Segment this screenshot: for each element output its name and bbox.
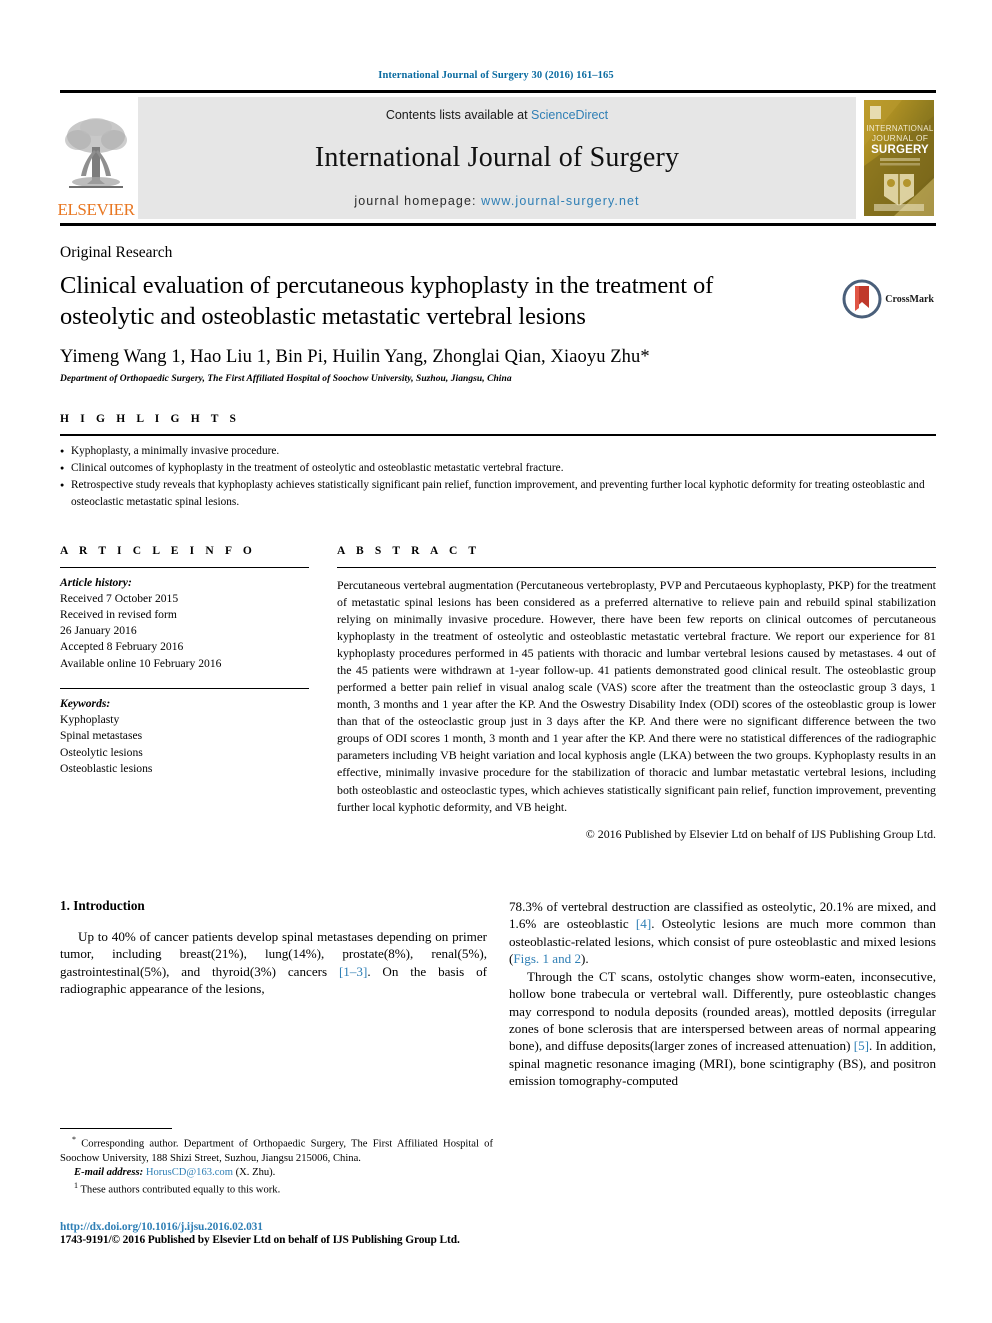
figure-reference-link[interactable]: Figs. 1 and 2: [513, 951, 581, 966]
paragraph: 78.3% of vertebral destruction are class…: [509, 898, 936, 968]
keyword-item: Kyphoplasty: [60, 713, 120, 727]
list-item: Clinical outcomes of kyphoplasty in the …: [60, 460, 936, 477]
paragraph: Through the CT scans, ostolytic changes …: [509, 968, 936, 1090]
citation-link[interactable]: [1–3]: [339, 964, 367, 979]
elsevier-wordmark: ELSEVIER: [57, 200, 135, 219]
highlights-heading: H I G H L I G H T S: [60, 412, 241, 425]
citation-link[interactable]: [4]: [636, 916, 651, 931]
keywords-label: Keywords:: [60, 696, 111, 710]
article-history-block: Article history: Received 7 October 2015…: [60, 575, 309, 672]
history-line: Received in revised form: [60, 608, 177, 622]
article-history-label: Article history:: [60, 575, 132, 589]
issn-copyright-line: 1743-9191/© 2016 Published by Elsevier L…: [60, 1234, 460, 1246]
highlights-section: H I G H L I G H T S Kyphoplasty, a minim…: [60, 413, 936, 511]
email-suffix: (X. Zhu).: [232, 1167, 276, 1179]
footnote-text: 1 These authors contributed equally to t…: [60, 1181, 493, 1198]
title-row: Clinical evaluation of percutaneous kyph…: [60, 271, 936, 333]
article-info-heading: A R T I C L E I N F O: [60, 544, 256, 557]
history-line: 26 January 2016: [60, 624, 137, 638]
info-and-abstract: A R T I C L E I N F O Article history: R…: [60, 545, 936, 842]
journal-cover-thumbnail: INTERNATIONAL JOURNAL OF SURGERY: [862, 97, 936, 219]
article-page: International Journal of Surgery 30 (201…: [0, 0, 992, 1323]
keyword-item: Osteolytic lesions: [60, 745, 143, 759]
body-column-left: 1. Introduction Up to 40% of cancer pati…: [60, 898, 487, 1090]
footnote-email: E-mail address: HorusCD@163.com (X. Zhu)…: [60, 1166, 493, 1180]
masthead-center-panel: Contents lists available at ScienceDirec…: [138, 97, 856, 219]
history-line: Accepted 8 February 2016: [60, 640, 184, 654]
body-column-right: 78.3% of vertebral destruction are class…: [509, 898, 936, 1090]
abstract-copyright: © 2016 Published by Elsevier Ltd on beha…: [585, 826, 936, 841]
footnote-body: These authors contributed equally to thi…: [78, 1184, 281, 1196]
article-info-column: A R T I C L E I N F O Article history: R…: [60, 545, 309, 842]
footnote-body: Corresponding author. Department of Orth…: [60, 1138, 493, 1164]
elsevier-tree-icon: [65, 118, 127, 188]
homepage-prefix: journal homepage:: [354, 194, 482, 208]
article-type: Original Research: [60, 244, 173, 261]
footer-doi-block: http://dx.doi.org/10.1016/j.ijsu.2016.02…: [60, 1221, 500, 1246]
crossmark-badge[interactable]: CrossMark: [842, 279, 934, 319]
journal-cover-image: INTERNATIONAL JOURNAL OF SURGERY: [864, 100, 934, 216]
list-item: Retrospective study reveals that kyphopl…: [60, 477, 936, 510]
paragraph: Up to 40% of cancer patients develop spi…: [60, 928, 487, 998]
abstract-divider: [337, 566, 936, 568]
author-list: Yimeng Wang 1, Hao Liu 1, Bin Pi, Huilin…: [60, 346, 650, 367]
highlights-divider: [60, 433, 936, 436]
abstract-text: Percutaneous vertebral augmentation (Per…: [337, 577, 936, 814]
svg-text:JOURNAL OF: JOURNAL OF: [872, 133, 929, 143]
svg-text:SURGERY: SURGERY: [871, 144, 929, 156]
doi-link[interactable]: http://dx.doi.org/10.1016/j.ijsu.2016.02…: [60, 1221, 500, 1233]
page-title: Clinical evaluation of percutaneous kyph…: [60, 272, 714, 330]
footnote-divider: [60, 1128, 172, 1129]
history-line: Available online 10 February 2016: [60, 656, 222, 670]
keywords-divider: [60, 687, 309, 689]
footnote-corresponding-author: * Corresponding author. Department of Or…: [60, 1135, 493, 1166]
footnote-email-line: E-mail address: HorusCD@163.com (X. Zhu)…: [60, 1166, 493, 1180]
keyword-item: Spinal metastases: [60, 729, 143, 743]
abstract-heading: A B S T R A C T: [337, 544, 481, 557]
crossmark-icon: [842, 279, 882, 319]
paragraph-text: ).: [581, 951, 589, 967]
citation-link[interactable]: [5]: [854, 1038, 869, 1053]
contents-prefix: Contents lists available at: [385, 108, 532, 122]
keywords-block: Keywords: Kyphoplasty Spinal metastases …: [60, 696, 309, 777]
journal-masthead: ELSEVIER Contents lists available at Sci…: [57, 90, 936, 226]
elsevier-logo: ELSEVIER: [57, 97, 135, 219]
footnotes-block: * Corresponding author. Department of Or…: [60, 1128, 493, 1198]
footnote-text: * Corresponding author. Department of Or…: [60, 1135, 493, 1166]
email-link[interactable]: HorusCD@163.com: [146, 1167, 233, 1178]
journal-homepage-link[interactable]: www.journal-surgery.net: [481, 194, 639, 208]
sciencedirect-link[interactable]: ScienceDirect: [531, 108, 608, 122]
email-label: E-mail address:: [74, 1167, 144, 1179]
history-line: Received 7 October 2015: [60, 591, 179, 605]
highlights-list: Kyphoplasty, a minimally invasive proced…: [60, 443, 936, 511]
crossmark-label: CrossMark: [885, 293, 934, 305]
body-columns: 1. Introduction Up to 40% of cancer pati…: [60, 898, 936, 1090]
article-content: Original Research Clinical evaluation of…: [60, 244, 936, 1090]
abstract-column: A B S T R A C T Percutaneous vertebral a…: [337, 545, 936, 842]
author-affiliation: Department of Orthopaedic Surgery, The F…: [60, 373, 512, 384]
list-item: Kyphoplasty, a minimally invasive proced…: [60, 443, 936, 460]
contents-available-line: Contents lists available at ScienceDirec…: [386, 108, 608, 122]
journal-title: International Journal of Surgery: [314, 142, 680, 173]
section-heading-introduction: 1. Introduction: [60, 897, 145, 913]
keyword-item: Osteoblastic lesions: [60, 761, 153, 775]
footnote-equal-contribution: 1 These authors contributed equally to t…: [60, 1181, 493, 1198]
article-info-divider: [60, 566, 309, 568]
running-head: International Journal of Surgery 30 (201…: [378, 70, 614, 81]
journal-homepage-line: journal homepage: www.journal-surgery.ne…: [354, 194, 639, 208]
svg-text:INTERNATIONAL: INTERNATIONAL: [866, 124, 934, 133]
